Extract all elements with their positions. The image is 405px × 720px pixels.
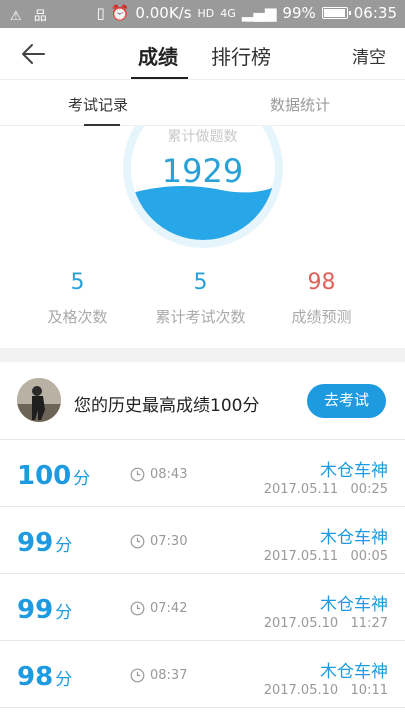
record-date: 2017.05.11 00:25 [263,482,388,497]
avatar [17,378,61,422]
stats-panel: 累计做题数 1929 5 及格次数 5 累计考试次数 98 成绩预测 [0,126,405,348]
back-arrow-icon[interactable] [20,41,46,67]
best-score-row: 您的历史最高成绩100分 去考试 [0,362,405,440]
list-item[interactable]: 100 分 08:43 木仓车神 2017.05.11 00:25 [0,440,405,507]
record-date: 2017.05.11 00:05 [263,549,388,564]
stat-score-prediction: 98 成绩预测 [254,270,389,327]
tab-underline [131,77,188,79]
clock-icon [130,601,145,616]
score-number: 99 [17,595,54,625]
record-score: 99 分 [17,528,72,558]
list-item[interactable]: 99 分 07:42 木仓车神 2017.05.10 11:27 [0,574,405,641]
record-score: 99 分 [17,595,72,625]
record-name: 木仓车神 [320,595,388,615]
battery-icon [321,7,351,19]
score-number: 98 [17,662,54,692]
score-number: 99 [17,528,54,558]
tab-scores[interactable]: 成绩 [138,41,178,70]
tab-exam-records[interactable]: 考试记录 [68,94,128,115]
record-name: 木仓车神 [320,461,388,481]
record-score: 100 分 [17,461,90,491]
clock-icon [130,534,145,549]
stat-label: 成绩预测 [291,308,352,326]
stat-exam-count: 5 累计考试次数 [133,270,268,327]
signal-label: 4G [220,6,236,20]
status-left-icons: ⚠ 品 [10,9,51,24]
stat-value: 98 [307,270,336,295]
nav-bar: 成绩 排行榜 清空 [0,28,405,80]
status-bar: ⚠ 品 ▯ ⏰ 0.00K/s HD 4G ▂▄▆ 99% 06:35 [0,0,405,28]
sub-tabs: 考试记录 数据统计 [0,81,405,126]
hd-label: HD [197,6,215,20]
record-score: 98 分 [17,662,72,692]
stat-pass-count: 5 及格次数 [10,270,145,327]
alarm-icon: ⏰ [110,4,130,22]
score-unit: 分 [55,603,73,623]
list-item[interactable]: 98 分 08:37 木仓车神 2017.05.10 10:11 [0,641,405,708]
best-score-text: 您的历史最高成绩100分 [74,396,260,416]
battery-percent: 99% [282,4,316,22]
record-name: 木仓车神 [320,528,388,548]
go-exam-button[interactable]: 去考试 [307,384,386,418]
clock-icon [130,668,145,683]
record-duration: 08:37 [150,668,188,683]
record-duration: 07:42 [150,601,188,616]
stat-value: 5 [70,270,85,295]
stat-label: 及格次数 [47,308,108,326]
score-number: 100 [17,461,72,491]
clear-button[interactable]: 清空 [352,43,386,68]
score-unit: 分 [55,670,73,690]
signal-icon: ▂▄▆ [241,4,277,22]
tab-data-stats[interactable]: 数据统计 [270,94,330,115]
stat-value: 5 [193,270,208,295]
net-speed: 0.00K/s [135,4,192,22]
record-duration: 08:43 [150,467,188,482]
score-unit: 分 [73,469,91,489]
stat-label: 累计考试次数 [155,308,246,326]
status-right: ▯ ⏰ 0.00K/s HD 4G ▂▄▆ 99% 06:35 [96,4,397,22]
section-divider [0,348,405,362]
record-date: 2017.05.10 10:11 [263,683,388,698]
record-duration: 07:30 [150,534,188,549]
clock-icon [130,467,145,482]
clock-time: 06:35 [353,4,397,22]
record-name: 木仓车神 [320,662,388,682]
record-date: 2017.05.10 11:27 [263,616,388,631]
score-unit: 分 [55,536,73,556]
sim-icon: ▯ [96,4,105,22]
gauge-label: 累计做题数 [167,129,238,145]
gauge-value: 1929 [161,152,244,190]
list-item[interactable]: 99 分 07:30 木仓车神 2017.05.11 00:05 [0,507,405,574]
record-list: 100 分 08:43 木仓车神 2017.05.11 00:25 99 分 07:… [0,440,405,708]
tab-ranking[interactable]: 排行榜 [211,41,271,70]
